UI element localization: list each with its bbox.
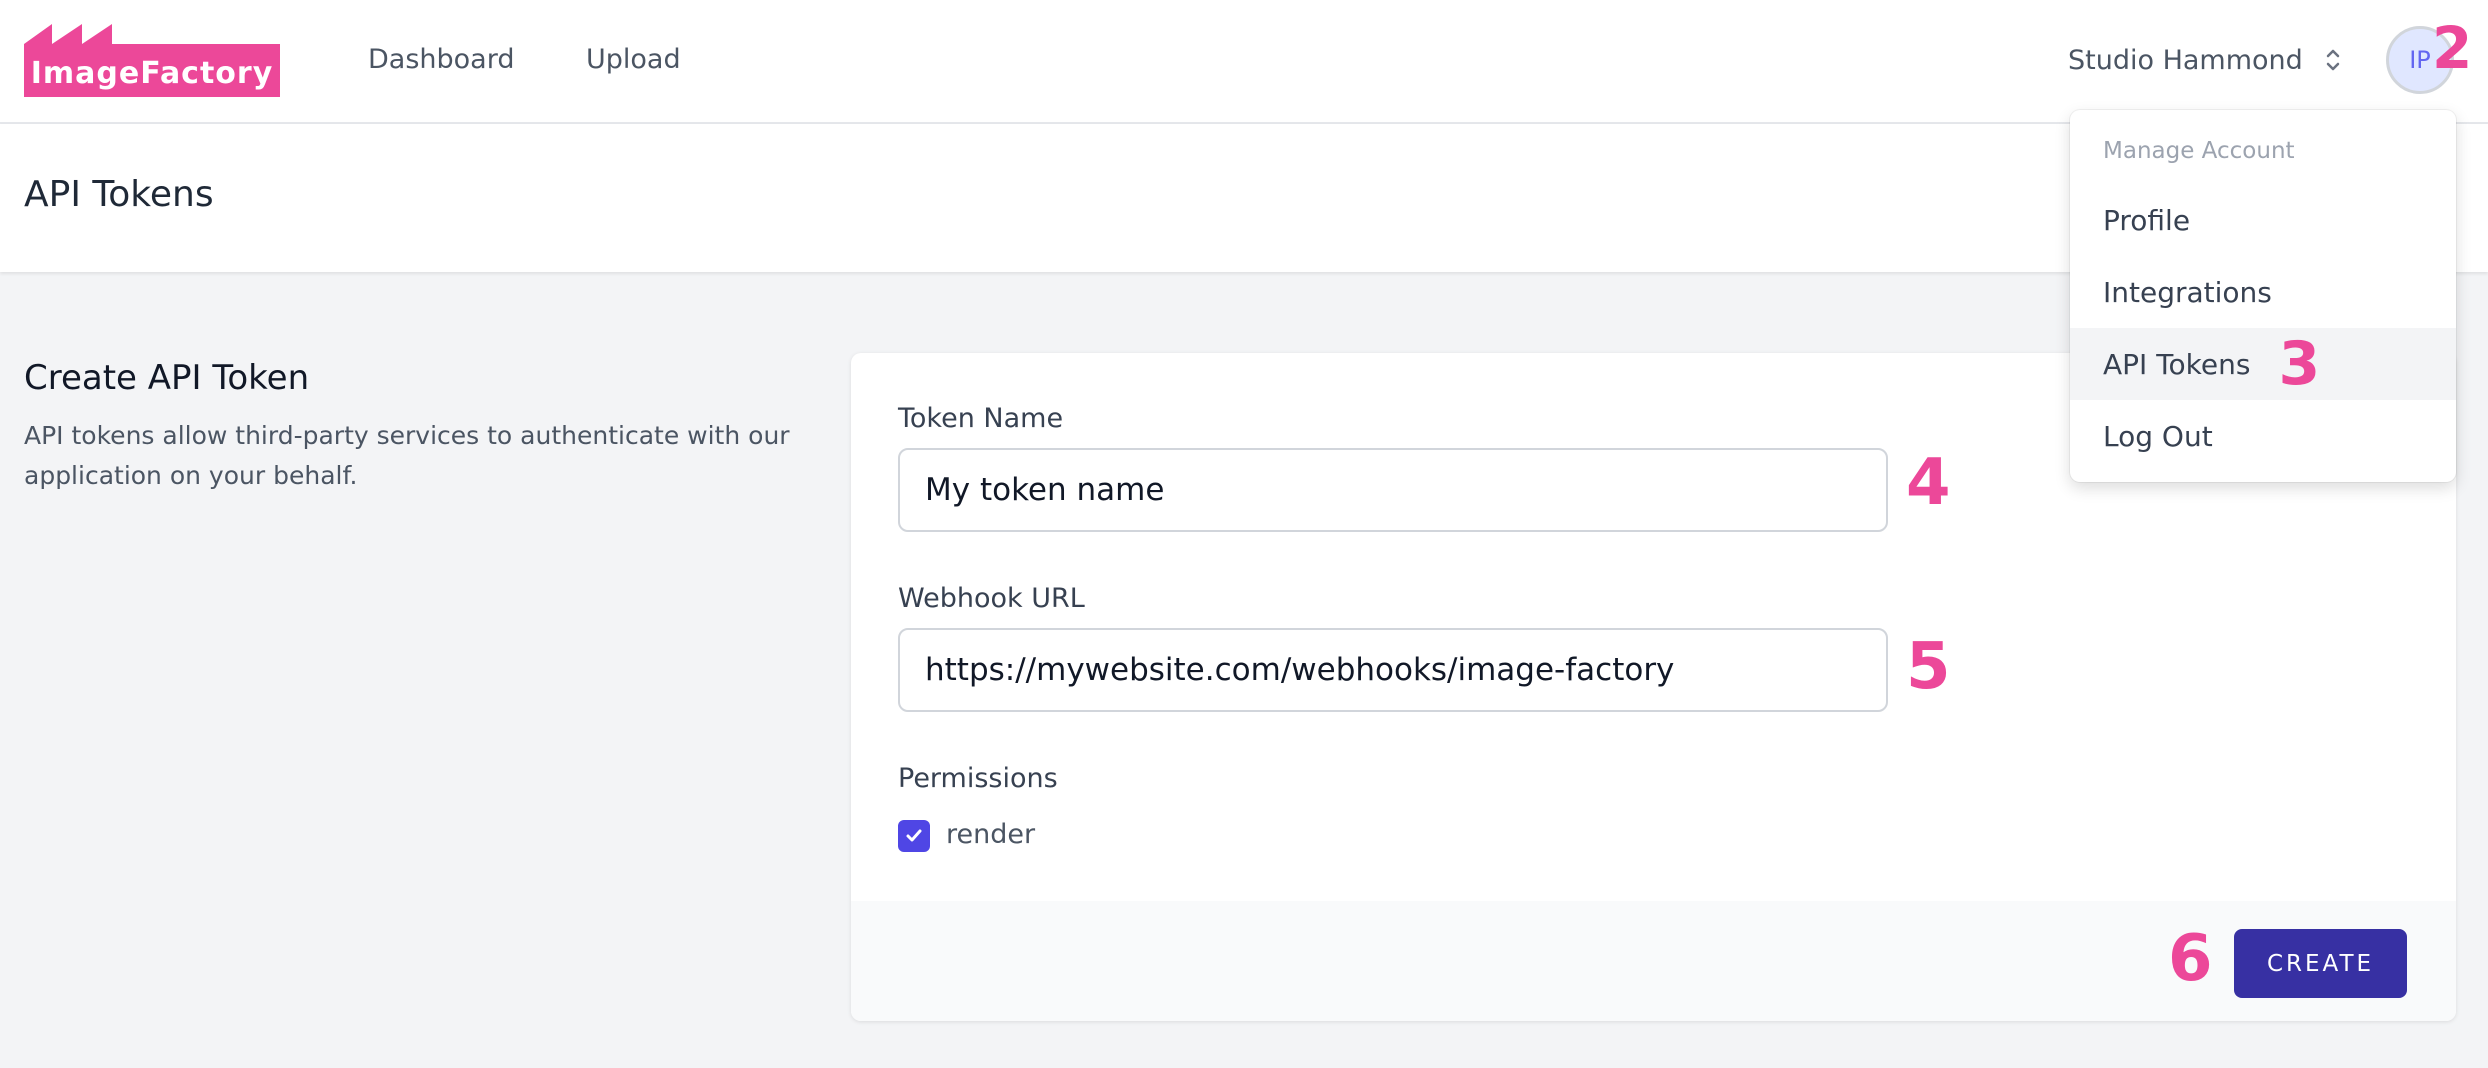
nav-link-upload[interactable]: Upload <box>586 44 681 75</box>
section-description: API tokens allow third-party services to… <box>24 421 790 490</box>
menu-item-label: API Tokens <box>2103 347 2251 381</box>
account-dropdown-menu: Manage Account Profile Integrations API … <box>2070 110 2456 482</box>
chevron-up-down-icon <box>2326 49 2340 71</box>
menu-item-profile[interactable]: Profile <box>2070 184 2456 256</box>
logo-text: ImageFactory <box>30 56 274 91</box>
render-permission-checkbox[interactable] <box>898 820 930 852</box>
webhook-url-input[interactable] <box>898 628 1888 712</box>
permissions-label: Permissions <box>898 763 1058 794</box>
menu-item-label: Integrations <box>2103 275 2272 309</box>
annotation-marker: 2 <box>2432 14 2473 82</box>
team-name: Studio Hammond <box>2068 44 2303 76</box>
checkmark-icon <box>906 829 922 842</box>
annotation-marker: 4 <box>1906 446 1951 520</box>
form-footer: CREATE <box>851 901 2456 1021</box>
top-navigation: ImageFactory Dashboard Upload Studio Ham… <box>0 0 2488 124</box>
page-title: API Tokens <box>24 174 214 215</box>
nav-link-dashboard[interactable]: Dashboard <box>368 44 514 75</box>
team-switcher[interactable]: Studio Hammond <box>2068 42 2341 78</box>
token-name-label: Token Name <box>898 403 1064 434</box>
menu-item-integrations[interactable]: Integrations <box>2070 256 2456 328</box>
section-title: Create API Token <box>24 358 310 398</box>
annotation-marker: 3 <box>2278 329 2321 399</box>
image-factory-logo[interactable]: ImageFactory <box>24 24 280 97</box>
dropdown-header: Manage Account <box>2103 138 2295 164</box>
menu-item-log-out[interactable]: Log Out <box>2070 400 2456 472</box>
render-permission-label[interactable]: render <box>946 819 1035 850</box>
annotation-marker: 6 <box>2168 922 2213 996</box>
menu-item-label: Profile <box>2103 203 2191 237</box>
menu-item-api-tokens[interactable]: API Tokens 3 <box>2070 328 2456 400</box>
menu-item-label: Log Out <box>2103 419 2213 453</box>
create-button[interactable]: CREATE <box>2234 929 2407 998</box>
annotation-marker: 5 <box>1906 630 1951 704</box>
webhook-url-label: Webhook URL <box>898 583 1085 614</box>
token-name-input[interactable] <box>898 448 1888 532</box>
